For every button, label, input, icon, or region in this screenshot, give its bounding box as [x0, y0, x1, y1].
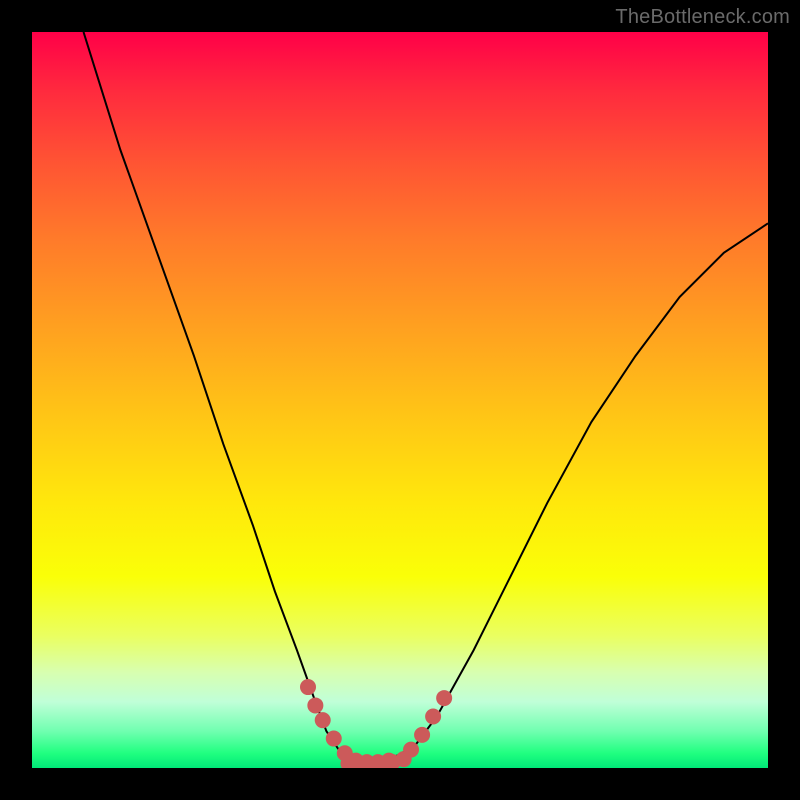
- marker-dot: [315, 712, 331, 728]
- marker-dot: [425, 708, 441, 724]
- marker-dot: [436, 690, 452, 706]
- curve-layer: [84, 32, 768, 764]
- marker-dot: [414, 727, 430, 743]
- chart-svg: [32, 32, 768, 768]
- main-curve-path: [84, 32, 768, 764]
- marker-dot: [300, 679, 316, 695]
- marker-dot: [307, 697, 323, 713]
- marker-layer: [300, 679, 452, 768]
- marker-dot: [403, 742, 419, 758]
- marker-dot: [326, 731, 342, 747]
- watermark-text: TheBottleneck.com: [615, 6, 790, 29]
- chart-plot-area: [32, 32, 768, 768]
